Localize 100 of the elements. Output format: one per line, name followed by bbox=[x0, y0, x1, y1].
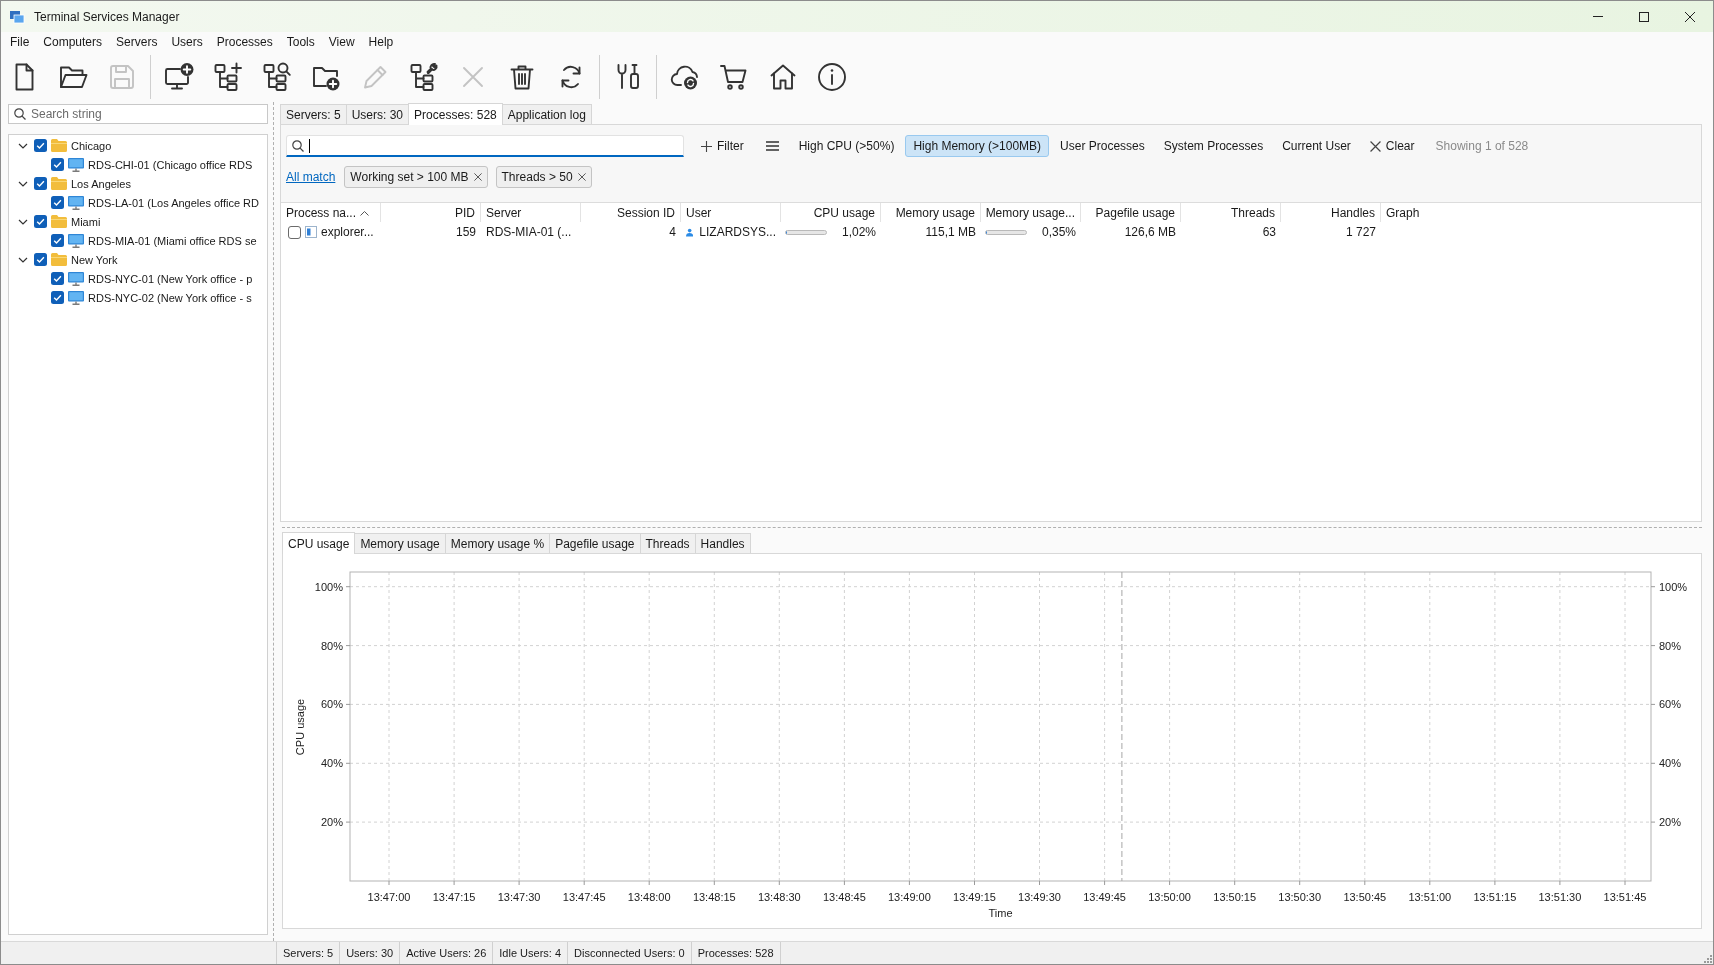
match-mode-link[interactable]: All match bbox=[286, 170, 336, 184]
x-tick-label: 13:50:45 bbox=[1343, 891, 1387, 903]
filter-toggle[interactable]: High CPU (>50%) bbox=[790, 135, 903, 157]
menu-item[interactable]: Processes bbox=[209, 32, 280, 52]
column-header[interactable]: User bbox=[681, 203, 781, 222]
column-header[interactable]: Pagefile usage bbox=[1081, 203, 1181, 222]
menu-item[interactable]: Computers bbox=[36, 32, 110, 52]
search-field[interactable] bbox=[286, 135, 684, 157]
menu-item[interactable]: Users bbox=[164, 32, 210, 52]
checkbox[interactable] bbox=[34, 139, 47, 152]
monitor-icon bbox=[68, 290, 84, 305]
monitor-icon bbox=[68, 233, 84, 248]
status-item: Disconnected Users: 0 bbox=[568, 942, 692, 964]
tree-item[interactable]: Los Angeles bbox=[71, 177, 131, 190]
table-cell-text: RDS-MIA-01 (... bbox=[485, 224, 573, 241]
column-header[interactable]: Memory usage bbox=[881, 203, 981, 222]
tab[interactable]: Handles bbox=[694, 533, 751, 553]
x-tick-label: 13:48:00 bbox=[627, 891, 671, 903]
tab[interactable]: Threads bbox=[639, 533, 696, 553]
x-tick-label: 13:49:00 bbox=[888, 891, 931, 903]
window-title: Terminal Services Manager bbox=[34, 9, 180, 24]
checkbox[interactable] bbox=[51, 234, 64, 247]
tab[interactable]: Pagefile usage bbox=[549, 533, 641, 553]
tree-wrench-icon bbox=[408, 61, 440, 93]
y-tick-label: 60% bbox=[320, 698, 343, 711]
column-header[interactable]: Handles bbox=[1281, 203, 1381, 222]
tab[interactable]: Application log bbox=[501, 104, 592, 124]
search-icon bbox=[292, 140, 304, 152]
minimize-icon bbox=[1593, 16, 1603, 17]
x-tick-label: 13:50:30 bbox=[1278, 891, 1322, 903]
tab[interactable]: Memory usage bbox=[354, 533, 446, 553]
x-tick-label: 13:47:30 bbox=[497, 891, 541, 903]
filter-toggle[interactable]: System Processes bbox=[1155, 135, 1272, 157]
checkbox[interactable] bbox=[34, 253, 47, 266]
checkbox[interactable] bbox=[51, 291, 64, 304]
tree-search-icon bbox=[261, 61, 293, 93]
search-field[interactable]: Search string bbox=[8, 104, 268, 124]
table-cell: 0,35% bbox=[1041, 225, 1076, 239]
monitor-icon bbox=[68, 157, 84, 172]
folder-icon bbox=[51, 253, 67, 266]
tab[interactable]: Processes: 528 bbox=[408, 103, 503, 125]
filter-chip[interactable]: Threads > 50 bbox=[495, 166, 592, 188]
folder-icon bbox=[51, 177, 67, 190]
tree-item[interactable]: Chicago bbox=[71, 139, 112, 152]
x-tick-label: 13:50:15 bbox=[1213, 891, 1257, 903]
column-header[interactable]: Server bbox=[481, 203, 581, 222]
column-header[interactable]: Threads bbox=[1181, 203, 1281, 222]
close-icon bbox=[1685, 11, 1695, 22]
filter-toggle[interactable]: User Processes bbox=[1052, 135, 1153, 157]
menu-item[interactable]: Help bbox=[361, 32, 401, 52]
table-cell: explorer... bbox=[321, 225, 374, 239]
column-header[interactable]: PID bbox=[381, 203, 481, 222]
checkbox[interactable] bbox=[288, 225, 301, 239]
checkbox[interactable] bbox=[34, 215, 47, 228]
filter-toggle[interactable]: High Memory (>100MB) bbox=[905, 135, 1050, 157]
menu-item[interactable]: File bbox=[3, 32, 37, 52]
x-tick-label: 13:49:30 bbox=[1018, 891, 1061, 903]
add-filter-button[interactable]: Filter bbox=[693, 135, 752, 157]
checkbox[interactable] bbox=[51, 196, 64, 209]
window-icon bbox=[305, 226, 317, 238]
table-cell-text: 159 bbox=[454, 224, 477, 241]
menu-item[interactable]: View bbox=[321, 32, 362, 52]
menu-item[interactable]: Tools bbox=[279, 32, 322, 52]
x-tick-label: 13:50:00 bbox=[1148, 891, 1191, 903]
table-cell-text: 126,6 MB bbox=[1123, 224, 1177, 241]
column-header[interactable]: Memory usage... bbox=[981, 203, 1081, 222]
clear-button[interactable]: Clear bbox=[1361, 135, 1423, 157]
close-icon bbox=[1369, 140, 1381, 152]
tab[interactable]: Servers: 5 bbox=[280, 104, 347, 124]
table-cell: 1,02% bbox=[841, 225, 876, 239]
tree-item[interactable]: New York bbox=[71, 253, 118, 266]
tab[interactable]: Memory usage % bbox=[444, 533, 551, 553]
status-item: Servers: 5 bbox=[277, 942, 341, 964]
tree-item[interactable]: RDS-LA-01 (Los Angeles office RD bbox=[88, 196, 259, 209]
checkbox[interactable] bbox=[51, 158, 64, 171]
monitor-icon bbox=[68, 195, 84, 210]
menu-item[interactable]: Servers bbox=[109, 32, 165, 52]
column-header[interactable]: CPU usage bbox=[781, 203, 881, 222]
y-tick-label: 100% bbox=[314, 580, 343, 593]
column-header[interactable]: Graph bbox=[1381, 203, 1701, 222]
column-header[interactable]: Session ID bbox=[581, 203, 681, 222]
filter-toggle[interactable]: Current User bbox=[1274, 135, 1359, 157]
y-tick-label: 60% bbox=[1659, 698, 1682, 711]
tree-item[interactable]: RDS-MIA-01 (Miami office RDS se bbox=[88, 234, 257, 247]
status-item: Active Users: 26 bbox=[400, 942, 494, 964]
checkbox[interactable] bbox=[34, 177, 47, 190]
table-cell-text: 63 bbox=[1261, 224, 1277, 241]
checkbox[interactable] bbox=[51, 272, 64, 285]
tree-item[interactable]: RDS-CHI-01 (Chicago office RDS bbox=[88, 158, 253, 171]
resize-grip-icon bbox=[1702, 953, 1712, 963]
tree-item[interactable]: RDS-NYC-02 (New York office - s bbox=[88, 291, 252, 304]
status-item: Users: 30 bbox=[340, 942, 401, 964]
x-tick-label: 13:47:15 bbox=[432, 891, 476, 903]
column-header[interactable]: Process na... bbox=[281, 203, 381, 222]
y-tick-label: 100% bbox=[1659, 580, 1688, 593]
tab[interactable]: Users: 30 bbox=[345, 104, 410, 124]
tree-item[interactable]: RDS-NYC-01 (New York office - p bbox=[88, 272, 253, 285]
tab[interactable]: CPU usage bbox=[282, 532, 356, 554]
tree-item[interactable]: Miami bbox=[71, 215, 101, 228]
filter-chip[interactable]: Working set > 100 MB bbox=[344, 166, 488, 188]
